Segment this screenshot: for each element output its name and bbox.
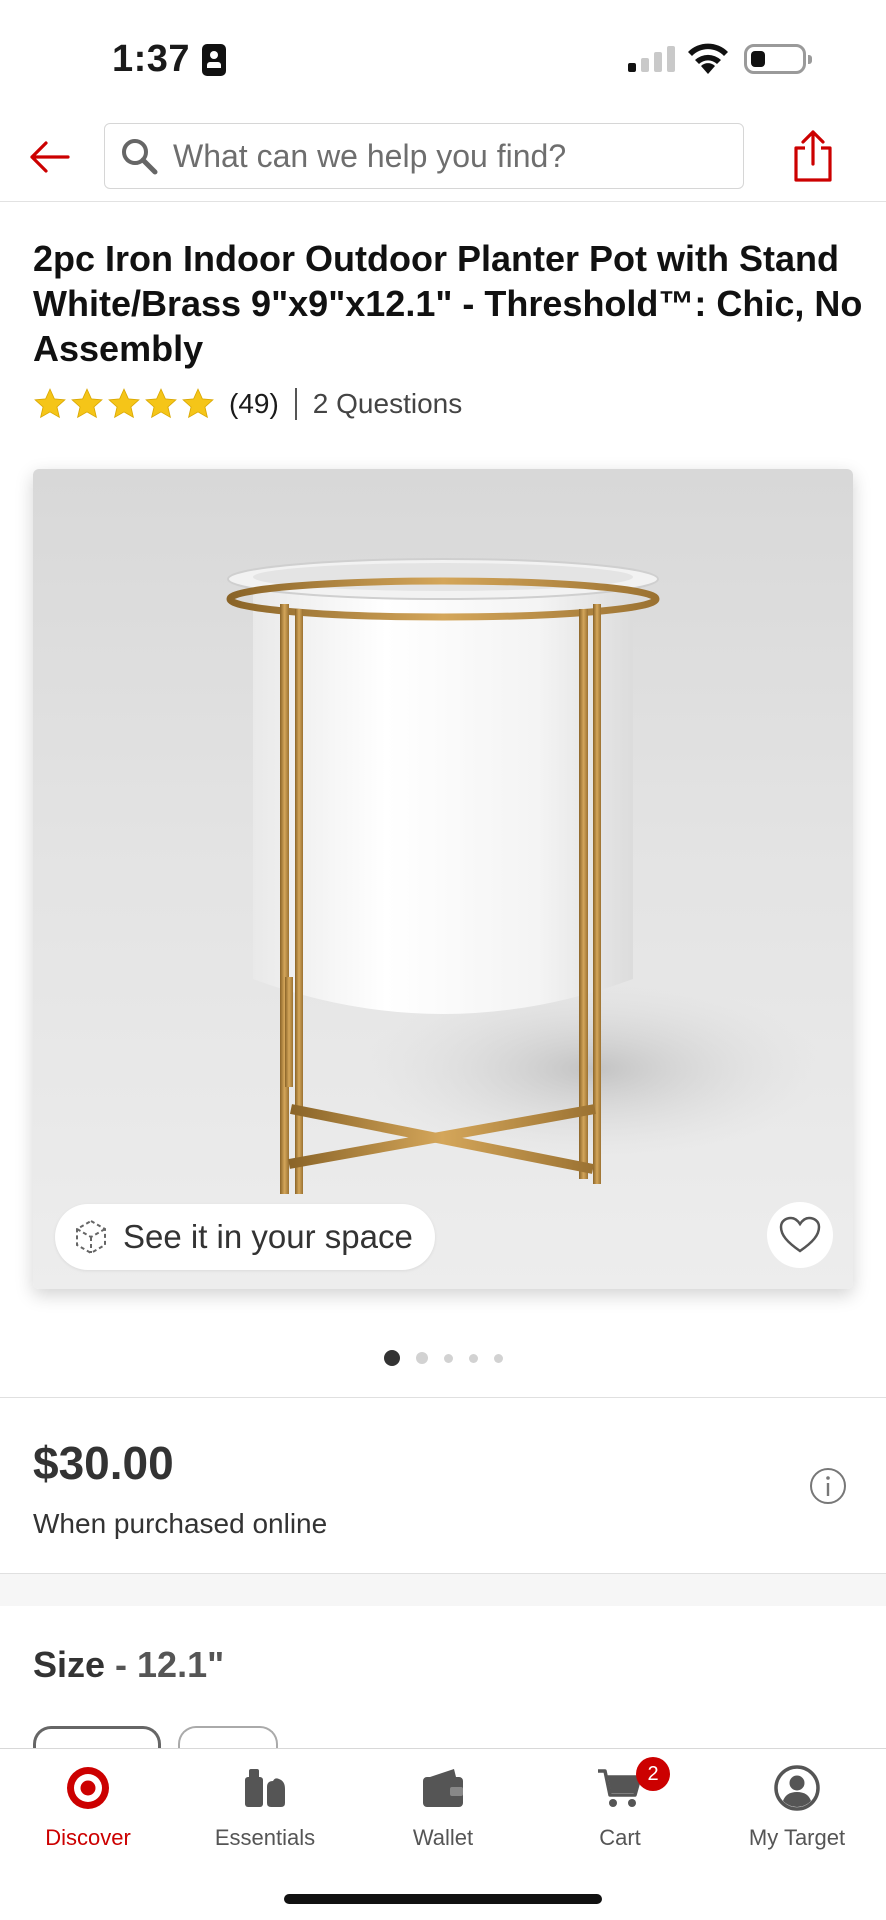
questions-link[interactable]: 2 Questions xyxy=(313,388,462,420)
top-search-header xyxy=(0,110,886,202)
star-icon xyxy=(71,388,103,419)
star-icon xyxy=(34,388,66,419)
rating-row[interactable]: (49) 2 Questions xyxy=(33,384,462,424)
size-label: Size xyxy=(33,1644,106,1685)
tab-label: Essentials xyxy=(214,1825,316,1850)
carousel-dot[interactable] xyxy=(443,1353,453,1363)
status-time-text: 1:37 xyxy=(112,38,191,80)
tab-label: My Target xyxy=(748,1825,846,1850)
product-image-carousel[interactable]: See it in your space xyxy=(33,469,853,1289)
price-note: When purchased online xyxy=(33,1508,328,1539)
tab-label: Discover xyxy=(45,1825,131,1850)
wifi-icon xyxy=(688,43,728,74)
tab-essentials[interactable]: Essentials xyxy=(185,1763,345,1851)
focus-mode-icon xyxy=(202,43,227,76)
essentials-icon xyxy=(245,1769,285,1807)
carousel-dot[interactable] xyxy=(493,1353,503,1363)
star-icon xyxy=(108,388,140,419)
tab-wallet[interactable]: Wallet xyxy=(363,1763,523,1851)
carousel-dot[interactable] xyxy=(468,1353,478,1363)
share-icon[interactable] xyxy=(788,128,838,184)
carousel-indicator xyxy=(0,1350,886,1366)
see-in-space-button[interactable]: See it in your space xyxy=(55,1204,435,1270)
cellular-signal-icon xyxy=(628,46,675,72)
size-value: - 12.1" xyxy=(105,1644,225,1685)
size-selector-heading: Size - 12.1" xyxy=(33,1644,224,1686)
account-icon xyxy=(774,1765,820,1811)
search-icon xyxy=(122,139,158,175)
battery-icon xyxy=(744,44,812,74)
carousel-dot[interactable] xyxy=(415,1352,428,1364)
heart-icon xyxy=(779,1216,821,1253)
planter-product-image xyxy=(226,558,823,1194)
target-bullseye-icon xyxy=(67,1767,109,1809)
tab-cart[interactable]: 2 Cart xyxy=(540,1757,700,1851)
carousel-dot-active[interactable] xyxy=(383,1350,400,1366)
star-icon xyxy=(182,388,214,419)
price: $30.00 xyxy=(33,1437,174,1489)
star-icon xyxy=(145,388,177,419)
status-time: 1:37 xyxy=(112,38,227,81)
tab-my-target[interactable]: My Target xyxy=(717,1763,877,1851)
status-bar: 1:37 xyxy=(0,0,886,110)
rating-separator xyxy=(294,388,297,420)
search-bar[interactable] xyxy=(104,123,744,189)
see-in-space-label: See it in your space xyxy=(123,1218,413,1255)
wallet-icon xyxy=(423,1769,463,1807)
product-title: 2pc Iron Indoor Outdoor Planter Pot with… xyxy=(33,238,863,369)
home-indicator xyxy=(284,1894,602,1904)
ar-cube-icon xyxy=(76,1219,106,1255)
tab-label: Wallet xyxy=(412,1825,474,1850)
info-icon[interactable] xyxy=(808,1466,848,1506)
review-count[interactable]: (49) xyxy=(229,388,279,420)
divider xyxy=(0,1397,886,1398)
favorite-button[interactable] xyxy=(767,1202,833,1268)
search-input[interactable] xyxy=(173,137,733,175)
back-arrow-icon[interactable] xyxy=(24,132,74,182)
cart-count-badge: 2 xyxy=(636,1757,670,1791)
section-spacer xyxy=(0,1574,886,1606)
tab-label: Cart xyxy=(599,1825,641,1850)
star-rating xyxy=(33,387,215,421)
tab-discover[interactable]: Discover xyxy=(8,1763,168,1851)
